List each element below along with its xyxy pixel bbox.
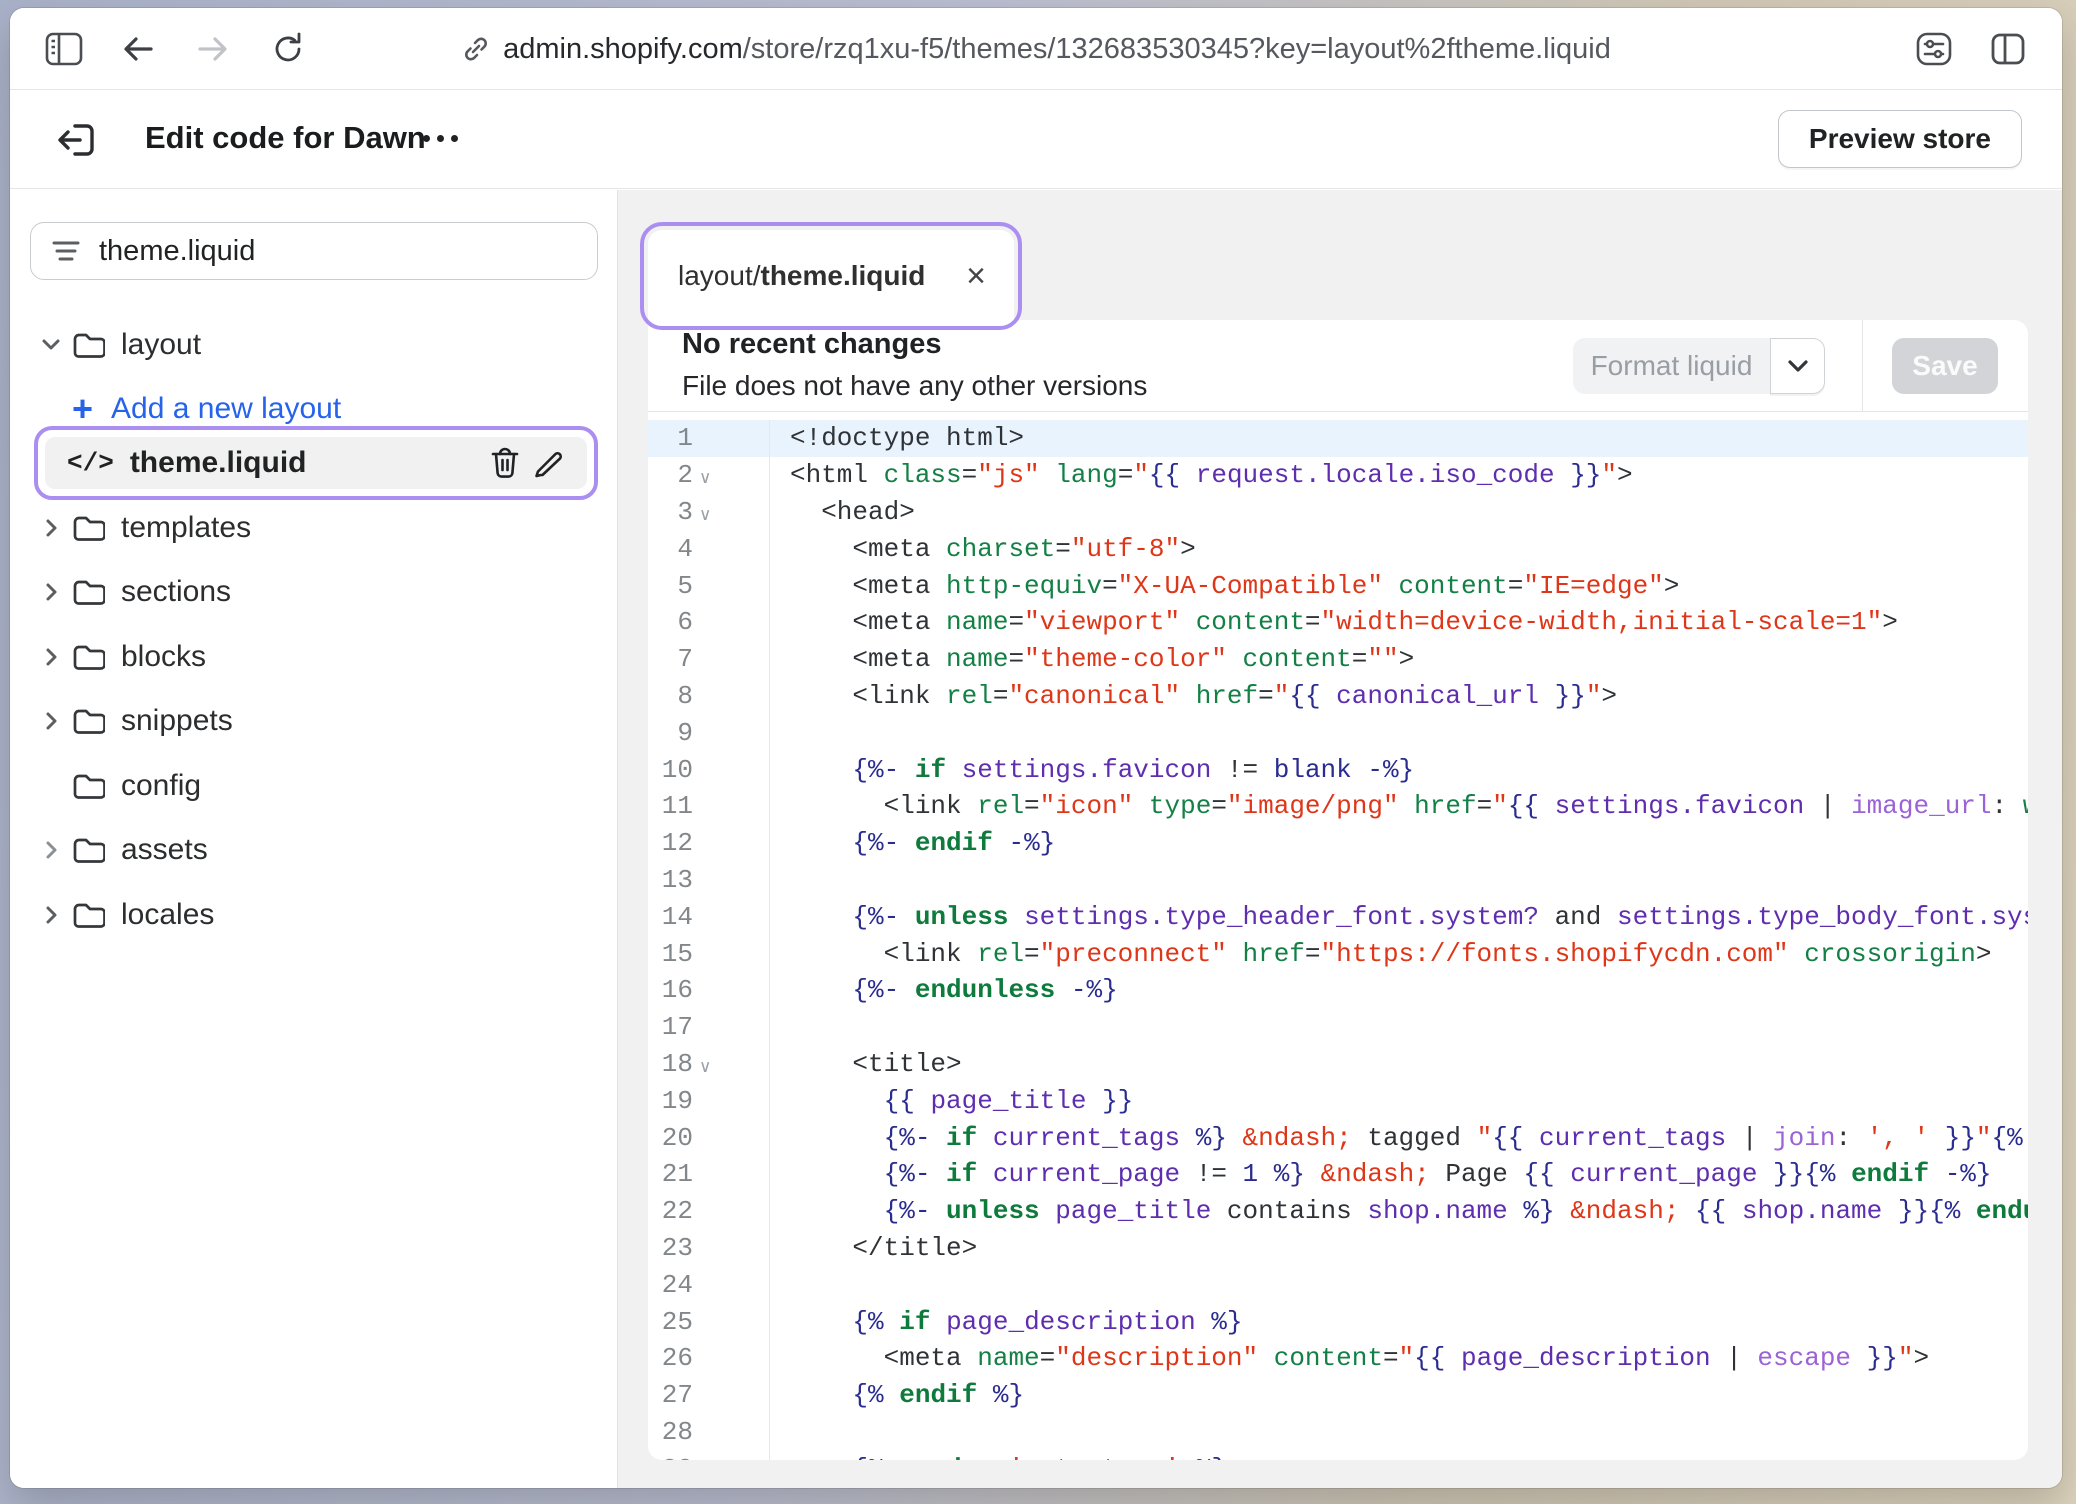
file-tree-sidebar: layout + Add a new layout </> theme.liqu… <box>10 190 618 1488</box>
code-line-18[interactable]: 18∨ <title> <box>648 1046 2028 1083</box>
code-line-29[interactable]: 29 {% render 'meta-tags' %} <box>648 1450 2028 1460</box>
fold-chevron-icon: ∨ <box>699 505 711 525</box>
folder-icon <box>72 514 105 542</box>
code-line-15[interactable]: 15 <link rel="preconnect" href="https://… <box>648 935 2028 972</box>
code-line-21[interactable]: 21 {%- if current_page != 1 %} &ndash; P… <box>648 1156 2028 1193</box>
folder-icon <box>72 836 105 864</box>
code-line-8[interactable]: 8 <link rel="canonical" href="{{ canonic… <box>648 678 2028 715</box>
folder-icon <box>72 643 105 671</box>
sidebar-item-sections[interactable]: sections <box>10 567 617 617</box>
code-line-4[interactable]: 4 <meta charset="utf-8"> <box>648 530 2028 567</box>
chevron-right-icon[interactable] <box>40 905 62 925</box>
sidebar-item-snippets[interactable]: snippets <box>10 696 617 746</box>
code-line-6[interactable]: 6 <meta name="viewport" content="width=d… <box>648 604 2028 641</box>
code-line-25[interactable]: 25 {% if page_description %} <box>648 1303 2028 1340</box>
code-line-22[interactable]: 22 {%- unless page_title contains shop.n… <box>648 1193 2028 1230</box>
sidebar-item-layout[interactable]: layout <box>10 320 617 370</box>
code-line-7[interactable]: 7 <meta name="theme-color" content=""> <box>648 641 2028 678</box>
code-line-12[interactable]: 12 {%- endif -%} <box>648 825 2028 862</box>
code-line-23[interactable]: 23 </title> <box>648 1230 2028 1267</box>
url-path: /store/rzq1xu-f5/themes/132683530345?key… <box>743 33 1611 65</box>
sidebar-item-config[interactable]: config <box>10 761 617 811</box>
exit-editor-button[interactable] <box>54 118 98 162</box>
chevron-right-icon[interactable] <box>40 582 62 602</box>
tab-label: layout/theme.liquid <box>678 260 925 292</box>
status-title: No recent changes <box>682 328 941 361</box>
split-view-icon[interactable] <box>1984 25 2032 73</box>
code-line-24[interactable]: 24 <box>648 1266 2028 1303</box>
rename-file-button[interactable] <box>527 441 571 485</box>
url-bar[interactable]: admin.shopify.com/store/rzq1xu-f5/themes… <box>10 8 2062 90</box>
filter-icon <box>51 239 81 263</box>
code-line-20[interactable]: 20 {%- if current_tags %} &ndash; tagged… <box>648 1119 2028 1156</box>
code-line-5[interactable]: 5 <meta http-equiv="X-UA-Compatible" con… <box>648 567 2028 604</box>
url-domain: admin.shopify.com <box>503 33 743 65</box>
code-line-19[interactable]: 19 {{ page_title }} <box>648 1082 2028 1119</box>
code-line-16[interactable]: 16 {%- endunless -%} <box>648 972 2028 1009</box>
plus-icon: + <box>72 391 93 427</box>
code-line-1[interactable]: 1<!doctype html> <box>648 420 2028 457</box>
folder-icon <box>72 707 105 735</box>
folder-icon <box>72 901 105 929</box>
fold-chevron-icon: ∨ <box>699 468 711 488</box>
open-file-tab[interactable]: layout/theme.liquid × <box>648 230 1014 322</box>
browser-toolbar: admin.shopify.com/store/rzq1xu-f5/themes… <box>10 8 2062 90</box>
code-line-11[interactable]: 11 <link rel="icon" type="image/png" hre… <box>648 788 2028 825</box>
code-line-2[interactable]: 2∨<html class="js" lang="{{ request.loca… <box>648 457 2028 494</box>
folder-icon <box>72 772 105 800</box>
save-button[interactable]: Save <box>1892 338 1998 394</box>
status-subtitle: File does not have any other versions <box>682 370 1147 402</box>
chevron-right-icon[interactable] <box>40 840 62 860</box>
code-line-26[interactable]: 26 <meta name="description" content="{{ … <box>648 1340 2028 1377</box>
code-line-3[interactable]: 3∨ <head> <box>648 494 2028 531</box>
editor-card: No recent changes File does not have any… <box>648 320 2028 1460</box>
close-tab-icon[interactable]: × <box>964 259 988 293</box>
chevron-right-icon[interactable] <box>40 518 62 538</box>
search-input[interactable] <box>99 235 577 268</box>
format-liquid-button[interactable]: Format liquid <box>1573 338 1770 394</box>
editor-main: layout/theme.liquid × No recent changes … <box>618 190 2062 1488</box>
preview-store-button[interactable]: Preview store <box>1778 110 2022 168</box>
sidebar-item-theme-liquid[interactable]: </> theme.liquid <box>45 437 587 489</box>
delete-file-button[interactable] <box>483 441 527 485</box>
fold-chevron-icon: ∨ <box>699 1057 711 1077</box>
editor-header: No recent changes File does not have any… <box>648 320 2028 412</box>
code-line-14[interactable]: 14 {%- unless settings.type_header_font.… <box>648 898 2028 935</box>
selection-annotation: </> theme.liquid <box>34 426 598 500</box>
more-actions-button[interactable] <box>412 112 468 164</box>
page-title: Edit code for Dawn <box>145 120 426 156</box>
code-line-28[interactable]: 28 <box>648 1414 2028 1451</box>
folder-icon <box>72 578 105 606</box>
url-text: admin.shopify.com/store/rzq1xu-f5/themes… <box>503 33 1611 66</box>
code-editor[interactable]: 1<!doctype html>2∨<html class="js" lang=… <box>648 412 2028 1460</box>
sidebar-item-locales[interactable]: locales <box>10 890 617 940</box>
file-search[interactable] <box>30 222 598 280</box>
chevron-down-icon[interactable] <box>40 338 62 352</box>
sidebar-item-assets[interactable]: assets <box>10 825 617 875</box>
folder-icon <box>72 331 105 359</box>
sidebar-item-blocks[interactable]: blocks <box>10 632 617 682</box>
code-line-27[interactable]: 27 {% endif %} <box>648 1377 2028 1414</box>
sidebar-item-templates[interactable]: templates <box>10 503 617 553</box>
code-line-9[interactable]: 9 <box>648 714 2028 751</box>
chevron-right-icon[interactable] <box>40 647 62 667</box>
chevron-right-icon[interactable] <box>40 711 62 731</box>
code-line-17[interactable]: 17 <box>648 1009 2028 1046</box>
link-icon <box>461 34 491 64</box>
code-line-10[interactable]: 10 {%- if settings.favicon != blank -%} <box>648 751 2028 788</box>
code-file-icon: </> <box>67 448 114 478</box>
browser-window: admin.shopify.com/store/rzq1xu-f5/themes… <box>10 8 2062 1488</box>
format-dropdown-button[interactable] <box>1770 338 1825 394</box>
code-line-13[interactable]: 13 <box>648 862 2028 899</box>
app-header: Edit code for Dawn Preview store <box>10 90 2062 189</box>
page-settings-icon[interactable] <box>1910 25 1958 73</box>
